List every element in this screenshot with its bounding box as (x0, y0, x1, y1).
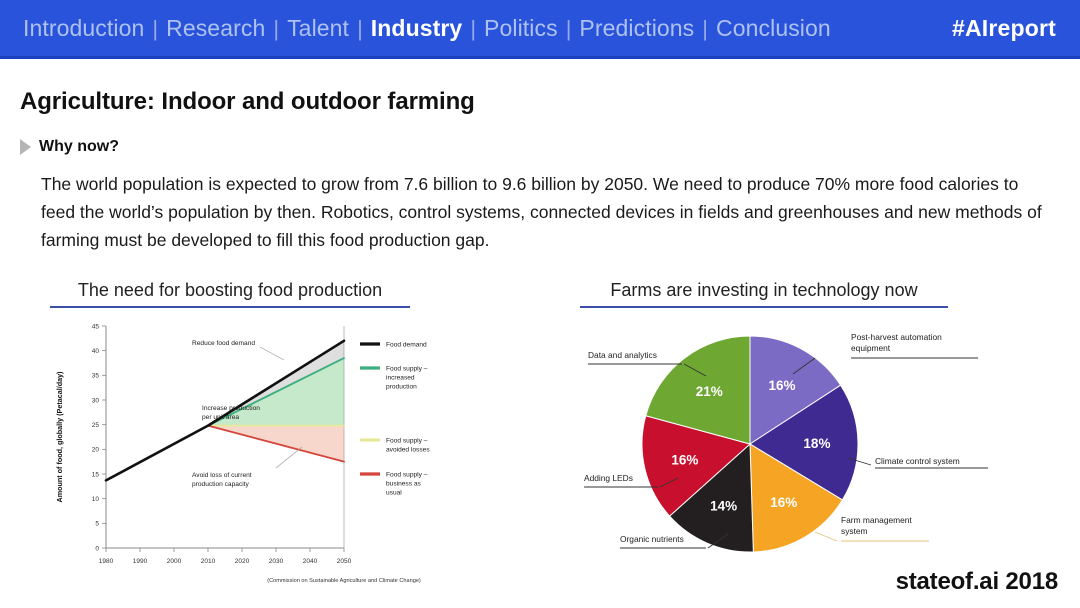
y-tick-label: 45 (92, 323, 100, 330)
x-axis-ticks: 1980 1990 2000 2010 2020 2030 2040 2050 (99, 548, 352, 565)
nav-items: Introduction | Research | Talent | Indus… (22, 15, 832, 42)
pie-value-label: 14% (710, 499, 737, 514)
body-paragraph: The world population is expected to grow… (41, 174, 1042, 250)
farm-technology-pie-chart: 16% 18% 16% 14% 16% 21% Post-harvest automati… (560, 318, 1060, 580)
pie-callout-leader (814, 531, 838, 542)
nav-separator: | (357, 15, 363, 41)
nav-item-conclusion[interactable]: Conclusion (715, 15, 832, 42)
legend-label: avoided losses (386, 447, 430, 454)
x-tick-label: 2030 (269, 558, 284, 565)
y-tick-label: 15 (92, 471, 100, 478)
y-tick-label: 20 (92, 447, 100, 454)
y-tick-label: 0 (95, 545, 99, 552)
y-tick-label: 25 (92, 422, 100, 429)
x-tick-label: 2050 (337, 558, 352, 565)
legend-label: usual (386, 490, 402, 497)
pie-category-label: Climate control system (875, 456, 960, 466)
nav-item-talent[interactable]: Talent (286, 15, 350, 42)
y-tick-label: 35 (92, 373, 100, 380)
nav-item-predictions[interactable]: Predictions (578, 15, 695, 42)
report-hashtag: #AIreport (951, 14, 1056, 41)
y-axis-label: Amount of food, globally (Petacal/day) (55, 371, 64, 503)
pie-value-label: 16% (770, 495, 797, 510)
x-tick-label: 2040 (303, 558, 318, 565)
nav-item-introduction[interactable]: Introduction (22, 15, 145, 42)
pie-chart-svg: 16% 18% 16% 14% 16% 21% Post-harvest automati… (584, 332, 988, 553)
nav-underline-divider (0, 56, 1080, 59)
annotation-increase-production-line2: per unit area (202, 414, 239, 421)
x-tick-label: 1980 (99, 558, 114, 565)
pie-category-label: Adding LEDs (584, 473, 633, 483)
pie-category-label: system (841, 526, 868, 536)
pie-category-label: Post-harvest automation (851, 332, 942, 342)
triangle-bullet-icon (20, 139, 31, 155)
pie-value-label: 21% (696, 384, 723, 399)
pie-category-label: equipment (851, 343, 891, 353)
legend-label: Food supply – (386, 472, 428, 479)
nav-separator: | (273, 15, 280, 41)
x-tick-label: 2000 (167, 558, 182, 565)
legend-label: production (386, 384, 417, 391)
y-tick-label: 30 (92, 397, 100, 404)
stateof-ai-logo: stateof.ai 2018 (895, 568, 1059, 595)
page-title: Agriculture: Indoor and outdoor farming (20, 88, 475, 115)
pie-value-label: 18% (803, 436, 830, 451)
why-now-heading: Why now? (20, 138, 119, 156)
left-chart-caption: The need for boosting food production (50, 280, 410, 308)
y-tick-label: 10 (92, 496, 100, 503)
nav-separator: | (152, 15, 159, 41)
y-axis-ticks: 0 5 10 15 20 25 30 35 40 45 (92, 323, 106, 552)
legend-label: Food demand (386, 342, 427, 349)
annotation-avoid-loss: Avoid loss of current (192, 472, 252, 479)
annotation-avoid-loss-line2: production capacity (192, 481, 250, 488)
pie-value-label: 16% (768, 378, 795, 393)
line-chart-svg: 0 5 10 15 20 25 30 35 40 45 1980 1990 2000 2010 2020 2… (55, 323, 430, 584)
top-navigation-bar: Introduction | Research | Talent | Indus… (0, 0, 1080, 56)
chart-source-note: (Commission on Sustainable Agriculture a… (267, 578, 421, 584)
right-chart-caption: Farms are investing in technology now (580, 280, 948, 308)
x-tick-label: 2010 (201, 558, 216, 565)
pie-category-label: Farm management (841, 515, 912, 525)
annotation-increase-production: Increase production (202, 405, 260, 412)
y-tick-label: 40 (92, 348, 100, 355)
legend-label: Food supply – (386, 366, 428, 373)
why-now-label: Why now? (39, 138, 119, 155)
x-tick-label: 1990 (133, 558, 148, 565)
nav-item-research[interactable]: Research (165, 15, 266, 42)
legend-label: increased (386, 375, 415, 382)
pie-value-label: 16% (671, 452, 698, 467)
annotation-reduce-food-demand: Reduce food demand (192, 340, 255, 347)
chart-legend: Food demand Food supply – increased product… (360, 342, 430, 497)
nav-separator: | (702, 15, 709, 41)
nav-separator: | (470, 15, 477, 41)
pie-category-label: Data and analytics (588, 350, 657, 360)
food-production-line-chart: 0 5 10 15 20 25 30 35 40 45 1980 1990 2000 2010 2020 2… (44, 316, 474, 592)
nav-item-politics[interactable]: Politics (483, 15, 559, 42)
legend-label: Food supply – (386, 438, 428, 445)
pie-category-label: Organic nutrients (620, 534, 684, 544)
nav-item-industry[interactable]: Industry (370, 15, 464, 42)
nav-separator: | (565, 15, 572, 41)
y-tick-label: 5 (95, 521, 99, 528)
legend-label: business as (386, 481, 422, 488)
x-tick-label: 2020 (235, 558, 250, 565)
